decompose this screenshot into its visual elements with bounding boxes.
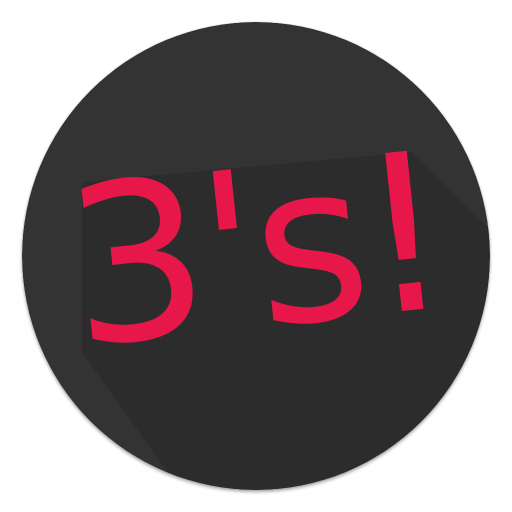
app-icon-graphic: 3's! bbox=[22, 22, 490, 490]
app-icon[interactable]: 3's! bbox=[22, 22, 490, 490]
logo-text: 3's! bbox=[56, 106, 456, 397]
icon-canvas: 3's! bbox=[0, 0, 512, 512]
